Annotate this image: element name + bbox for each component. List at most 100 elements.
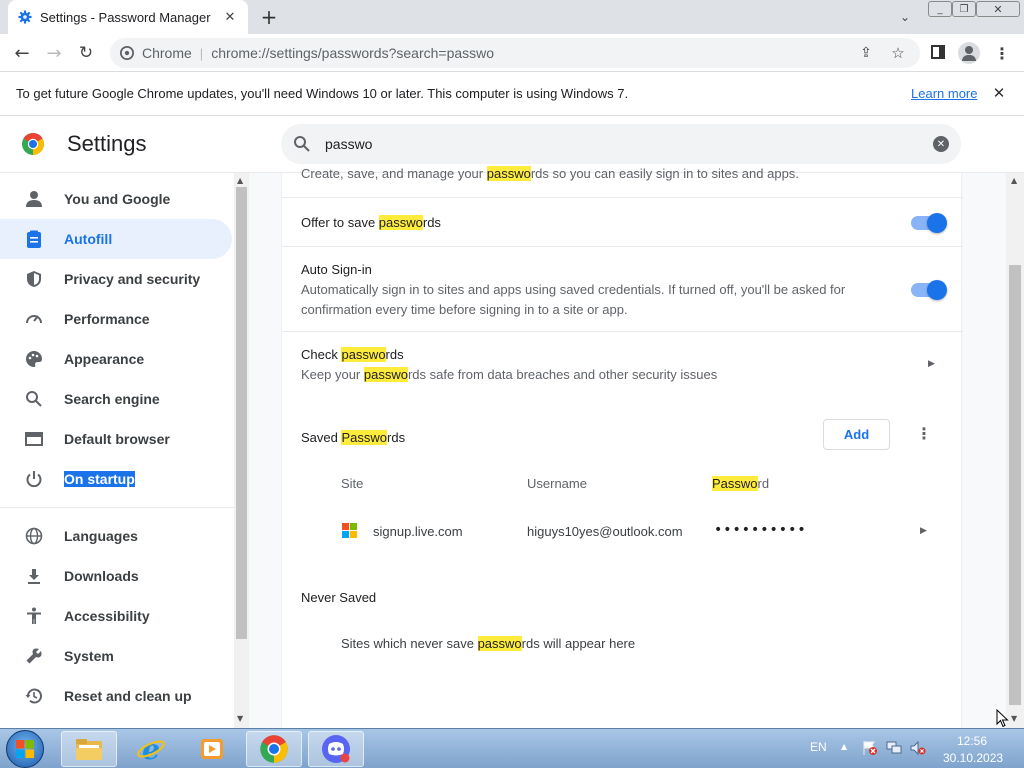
back-icon[interactable]: ← (10, 41, 34, 65)
accessibility-icon (24, 606, 44, 626)
sidebar-item-label: Autofill (64, 231, 113, 247)
sidebar-item-appearance[interactable]: Appearance (0, 339, 232, 379)
infobar-close-icon[interactable]: ✕ (990, 84, 1008, 102)
tab-settings[interactable]: Settings - Password Manager ✕ (8, 0, 248, 34)
offer-to-save-row[interactable]: Offer to save passwords (282, 197, 963, 247)
minimize-button[interactable]: _ (928, 1, 952, 17)
taskbar-media-player[interactable] (184, 731, 240, 767)
table-row[interactable]: signup.live.com higuys10yes@outlook.com … (282, 507, 963, 555)
main-scroll-thumb[interactable] (1009, 265, 1021, 705)
row-password-masked: •••••••••• (714, 522, 807, 538)
settings-header: Settings passwo ✕ (0, 117, 1024, 173)
auto-signin-toggle[interactable] (911, 280, 947, 300)
check-passwords-desc: Keep your passwords safe from data breac… (301, 367, 718, 382)
sidebar-divider (0, 507, 234, 508)
sidebar-item-on-startup[interactable]: On startup (0, 459, 232, 499)
start-button[interactable] (6, 730, 44, 768)
network-icon[interactable] (886, 740, 902, 756)
new-tab-button[interactable]: + (258, 5, 280, 29)
side-panel-icon[interactable] (928, 42, 948, 62)
power-icon (24, 469, 44, 489)
sidebar-item-label: Reset and clean up (64, 688, 192, 704)
clock-date[interactable]: 30.10.2023 (943, 751, 1003, 765)
clear-search-icon[interactable]: ✕ (933, 136, 949, 152)
sidebar-scroll-thumb[interactable] (236, 187, 247, 639)
sidebar-item-downloads[interactable]: Downloads (0, 556, 232, 596)
chevron-right-icon[interactable]: ▶ (928, 359, 935, 369)
auto-signin-desc-1: Automatically sign in to sites and apps … (301, 282, 846, 297)
reload-icon[interactable]: ↻ (74, 41, 98, 65)
taskbar-discord[interactable] (308, 731, 364, 767)
sidebar-item-privacy[interactable]: Privacy and security (0, 259, 232, 299)
sidebar-item-languages[interactable]: Languages (0, 516, 232, 556)
search-highlight: passwo (486, 166, 531, 181)
restore-button[interactable]: ❐ (952, 1, 976, 17)
action-center-flag-icon[interactable] (862, 740, 878, 756)
close-window-button[interactable]: ✕ (976, 1, 1020, 17)
sidebar-item-search-engine[interactable]: Search engine (0, 379, 232, 419)
add-password-button[interactable]: Add (823, 419, 890, 450)
sidebar-item-accessibility[interactable]: Accessibility (0, 596, 232, 636)
tab-search-icon[interactable]: ⌄ (895, 8, 915, 26)
auto-signin-row[interactable]: Auto Sign-in Automatically sign in to si… (282, 246, 963, 331)
update-infobar: To get future Google Chrome updates, you… (0, 72, 1024, 116)
more-actions-kebab-icon[interactable]: ⋮ (916, 424, 932, 444)
scroll-down-arrow-icon[interactable]: ▼ (1011, 714, 1017, 723)
search-highlight: Passwo (341, 430, 388, 445)
sidebar-item-you-and-google[interactable]: You and Google (0, 179, 232, 219)
language-indicator[interactable]: EN (810, 740, 827, 754)
sidebar-item-label: You and Google (64, 191, 171, 207)
share-icon[interactable]: ⇪ (856, 43, 876, 63)
profile-avatar[interactable] (958, 42, 980, 64)
scroll-down-arrow-icon[interactable]: ▼ (237, 714, 243, 723)
search-highlight: passwo (341, 347, 386, 362)
taskbar-explorer[interactable] (61, 731, 117, 767)
gear-icon (18, 10, 32, 24)
sidebar-item-default-browser[interactable]: Default browser (0, 419, 232, 459)
row-username: higuys10yes@outlook.com (527, 524, 683, 539)
folder-icon (76, 739, 102, 760)
microsoft-logo (342, 523, 357, 538)
taskbar-internet-explorer[interactable]: e (123, 731, 179, 767)
url-text[interactable]: chrome://settings/passwords?search=passw… (211, 45, 494, 61)
clock-time[interactable]: 12:56 (957, 734, 987, 748)
search-highlight: Passwo (712, 476, 758, 491)
tab-close-icon[interactable]: ✕ (222, 9, 238, 25)
palette-icon (24, 349, 44, 369)
main-scrollbar[interactable]: ▲ ▼ (1006, 173, 1024, 728)
globe-icon (24, 526, 44, 546)
sidebar-item-label: On startup (64, 471, 135, 487)
sidebar-scrollbar[interactable]: ▲ ▼ (234, 173, 249, 728)
taskbar-chrome[interactable] (246, 731, 302, 767)
volume-muted-icon[interactable] (910, 740, 926, 756)
scroll-up-arrow-icon[interactable]: ▲ (1011, 176, 1017, 185)
column-header-password: Password (712, 476, 770, 491)
offer-to-save-toggle[interactable] (911, 213, 947, 233)
check-passwords-label: Check passwords (301, 347, 404, 362)
sidebar-item-reset[interactable]: Reset and clean up (0, 676, 232, 716)
sidebar-item-label: Languages (64, 528, 138, 544)
menu-kebab-icon[interactable]: ⋮ (992, 42, 1012, 64)
sidebar-item-performance[interactable]: Performance (0, 299, 232, 339)
settings-search[interactable]: passwo ✕ (281, 124, 961, 164)
address-bar[interactable]: Chrome | chrome://settings/passwords?sea… (110, 38, 920, 68)
sidebar-item-system[interactable]: System (0, 636, 232, 676)
scroll-up-arrow-icon[interactable]: ▲ (237, 176, 243, 185)
forward-icon[interactable]: → (42, 41, 66, 65)
tray-expand-icon[interactable]: ▲ (841, 742, 847, 751)
search-highlight: passwo (477, 636, 522, 651)
sidebar-item-autofill[interactable]: Autofill (0, 219, 232, 259)
column-header-username: Username (527, 476, 587, 491)
search-input[interactable]: passwo (325, 136, 372, 152)
learn-more-link[interactable]: Learn more (911, 86, 977, 101)
never-saved-heading: Never Saved (301, 590, 377, 605)
saved-passwords-heading: Saved Passwords (301, 430, 406, 445)
bookmark-star-icon[interactable]: ☆ (888, 43, 908, 63)
chevron-right-icon[interactable]: ▶ (920, 526, 927, 536)
sidebar-item-label: Search engine (64, 391, 160, 407)
intro-text: Create, save, and manage your passwords … (301, 166, 799, 181)
browser-toolbar: ← → ↻ Chrome | chrome://settings/passwor… (0, 34, 1024, 72)
chrome-icon (260, 735, 288, 763)
check-passwords-row[interactable]: Check passwords Keep your passwords safe… (282, 331, 963, 401)
media-player-icon (201, 739, 223, 759)
